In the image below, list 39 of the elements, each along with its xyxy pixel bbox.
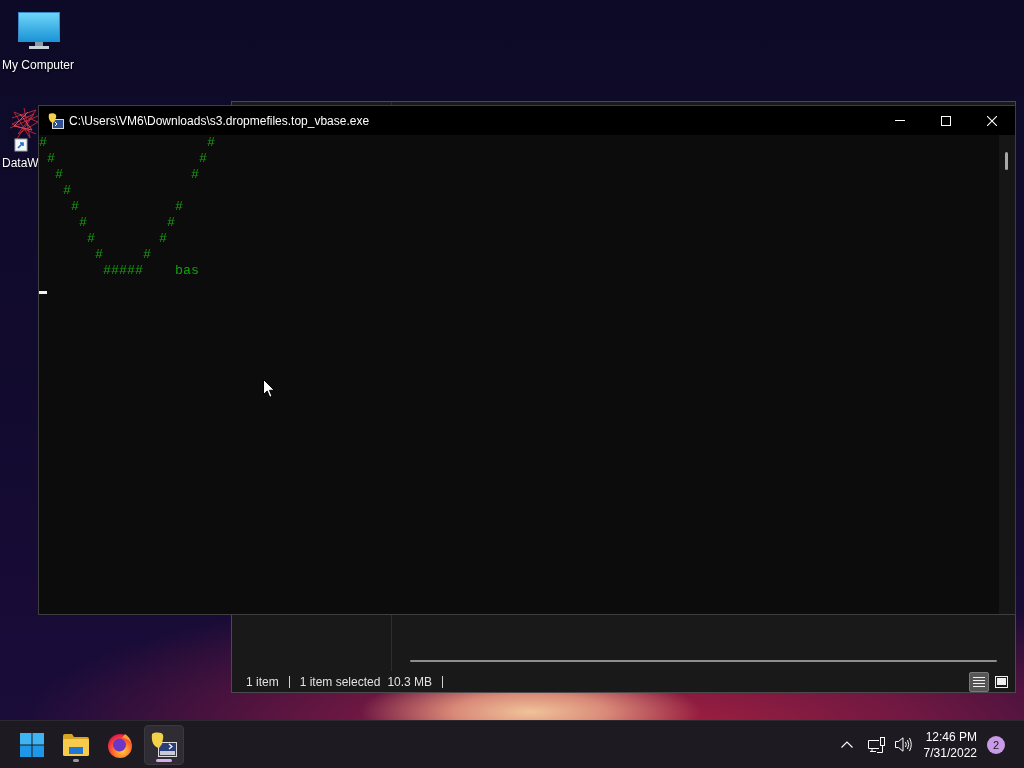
list-lines-icon [973, 675, 985, 688]
horizontal-scrollbar[interactable] [410, 660, 997, 662]
close-icon [987, 115, 997, 126]
scribble-shortcut-icon[interactable] [10, 108, 38, 152]
console-line: # # [78, 215, 175, 231]
folder-icon [63, 733, 89, 756]
text-cursor-icon [39, 291, 47, 294]
clock-date: 7/31/2022 [923, 744, 977, 761]
vertical-scrollbar[interactable] [999, 135, 1015, 614]
maximize-icon [941, 115, 951, 126]
console-line: # # [94, 247, 151, 263]
console-app-icon [151, 731, 177, 758]
browser-icon [107, 731, 133, 758]
console-line: # # [46, 151, 207, 167]
window-pane-icon [994, 675, 1008, 688]
details-view-button[interactable] [969, 671, 989, 692]
console-app-icon [48, 112, 64, 129]
console-line: # # [86, 231, 167, 247]
start-icon [20, 732, 44, 757]
console-line: # # [70, 199, 183, 215]
window-title: C:\Users\VM6\Downloads\s3.dropmefiles.top_vbase.exe [69, 113, 371, 128]
desktop-icon-label[interactable]: My Computer [2, 58, 75, 73]
taskbar-button[interactable] [144, 724, 184, 765]
network-icon[interactable] [867, 736, 886, 753]
speaker-icon[interactable] [894, 737, 912, 752]
chevron-up-icon[interactable] [840, 741, 853, 748]
desktop-icon-label[interactable]: DataW [2, 156, 39, 171]
console-line: # # [54, 167, 199, 183]
console-line: # # [39, 135, 215, 151]
monitor-icon[interactable] [18, 12, 60, 50]
status-file-size: 10.3 MB [387, 674, 433, 689]
notification-count[interactable]: 2 [987, 735, 1005, 754]
clock-time: 12:46 PM [925, 728, 977, 745]
status-selection: 1 item selected [299, 674, 381, 689]
status-item-count: 1 item [246, 674, 279, 689]
console-line: # [62, 183, 71, 199]
mouse-pointer-icon [263, 379, 275, 398]
console-line: ##### bas [102, 263, 199, 279]
minimize-icon [895, 120, 905, 121]
